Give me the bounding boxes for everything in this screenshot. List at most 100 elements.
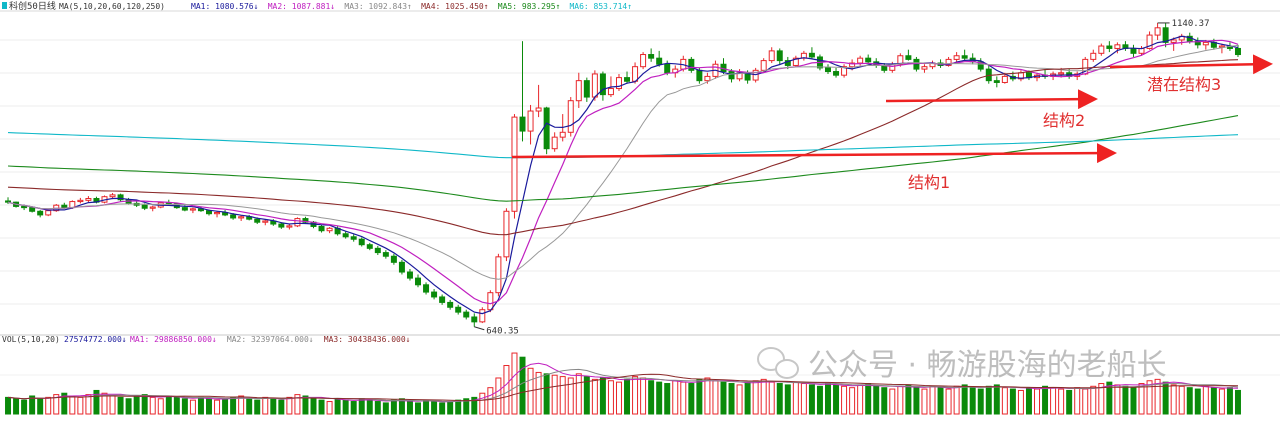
volume-bar <box>310 398 317 415</box>
volume-bar <box>206 398 212 415</box>
volume-bar <box>905 384 912 415</box>
candle-body <box>374 247 381 254</box>
watermark-text: 公众号 · 畅游股海的老船长 <box>808 348 1167 383</box>
volume-bar <box>849 387 856 415</box>
volume-bar <box>1234 389 1241 415</box>
candle-body <box>1001 75 1008 83</box>
volume-bar <box>1009 388 1016 415</box>
volume-bar <box>535 371 542 415</box>
volume-bar <box>125 398 132 415</box>
volume-bar <box>246 398 253 415</box>
candle-body <box>286 225 293 228</box>
volume-bar <box>1186 387 1193 415</box>
volume-bar <box>744 381 751 415</box>
volume-bar <box>455 399 462 415</box>
candle-body <box>431 291 438 298</box>
volume-bar <box>816 385 823 415</box>
volume-bar <box>825 383 831 415</box>
candle-body <box>664 63 671 74</box>
candle-body <box>1090 52 1097 60</box>
volume-bar <box>752 380 759 415</box>
volume-bar <box>366 399 373 415</box>
volume-bar <box>897 385 904 415</box>
volume-bar <box>1170 384 1177 415</box>
candle-body <box>768 50 775 62</box>
volume-bar <box>656 381 663 415</box>
volume-bar <box>262 396 269 415</box>
candle-body <box>69 201 76 209</box>
candle-body <box>342 233 349 238</box>
volume-bar <box>197 396 204 415</box>
volume-bar <box>1226 387 1233 415</box>
volume-bar <box>551 374 558 415</box>
volume-bar <box>382 402 389 415</box>
main-legend-item-3: MA3: 1092.843↑ <box>344 2 411 11</box>
candle-body <box>825 67 831 73</box>
watermark: 公众号 · 畅游股海的老船长 <box>757 347 1167 383</box>
volume-legend-prefix: VOL(5,10,20) <box>2 335 60 344</box>
volume-bar <box>1034 388 1040 415</box>
volume-bar <box>5 396 12 415</box>
volume-bar <box>640 377 647 415</box>
volume-bar <box>1202 385 1209 415</box>
volume-bar <box>415 402 421 415</box>
candle-body <box>1170 39 1177 43</box>
candle-body <box>415 277 421 286</box>
volume-bar <box>1042 385 1049 415</box>
candle-body <box>45 210 52 216</box>
candle-body <box>511 116 518 212</box>
volume-bar <box>1082 388 1089 415</box>
candle-body <box>1106 45 1113 49</box>
candle-body <box>278 223 285 228</box>
volume-bar <box>1122 385 1129 415</box>
volume-bar <box>1210 387 1217 415</box>
low-marker <box>474 326 485 331</box>
candle-body <box>463 311 470 318</box>
volume-legend-item-2: MA2: 32397064.000↓ <box>227 335 314 344</box>
volume-bar <box>254 399 261 415</box>
volume-bar <box>969 387 976 415</box>
candle-body <box>688 58 695 71</box>
annotation-arrow-3 <box>1109 54 1273 75</box>
candle-body <box>696 69 703 82</box>
candle-body <box>398 261 405 273</box>
volume-bar <box>1074 387 1081 415</box>
low-price-label: 640.35 <box>486 327 519 337</box>
volume-bar <box>873 385 880 415</box>
volume-bar <box>615 381 622 415</box>
candle-body <box>495 256 502 294</box>
volume-bar <box>543 373 550 415</box>
candle-body <box>318 225 325 232</box>
main-legend-item-4: MA4: 1025.450↑ <box>421 2 488 11</box>
candle-body <box>607 88 614 96</box>
volume-bar <box>21 399 28 415</box>
candle-body <box>527 110 534 132</box>
volume-bar <box>318 399 325 415</box>
volume-bar <box>881 387 888 415</box>
volume-bar <box>390 399 397 415</box>
candle-body <box>21 205 28 209</box>
candle-body <box>1058 72 1065 75</box>
candle-body <box>1114 44 1121 49</box>
stock-chart: 1140.37 640.35 结构1 结构2 潜在结构3 科创50日线 MA(5,10,20… <box>0 0 1280 418</box>
main-legend-prefix: MA(5,10,20,60,120,250) <box>59 2 165 11</box>
volume-bar <box>696 378 703 415</box>
volume-bar <box>374 401 381 415</box>
candle-body <box>833 71 840 76</box>
volume-bar <box>736 384 743 415</box>
volume-bar <box>37 398 44 415</box>
volume-bar <box>1090 385 1097 415</box>
candle-body <box>214 211 221 215</box>
candle-body <box>551 136 558 150</box>
candle-body <box>350 236 357 240</box>
candle-body <box>559 131 566 138</box>
volume-bar <box>149 396 156 415</box>
ma-line-20 <box>7 44 1239 280</box>
candle-body <box>294 218 301 227</box>
candle-body <box>1234 47 1241 56</box>
volume-legend-item-3: MA3: 30438436.000↓ <box>324 335 411 344</box>
volume-bar <box>133 395 140 415</box>
candle-body <box>857 57 864 64</box>
volume-bar <box>977 388 984 415</box>
volume-bar <box>680 381 687 415</box>
